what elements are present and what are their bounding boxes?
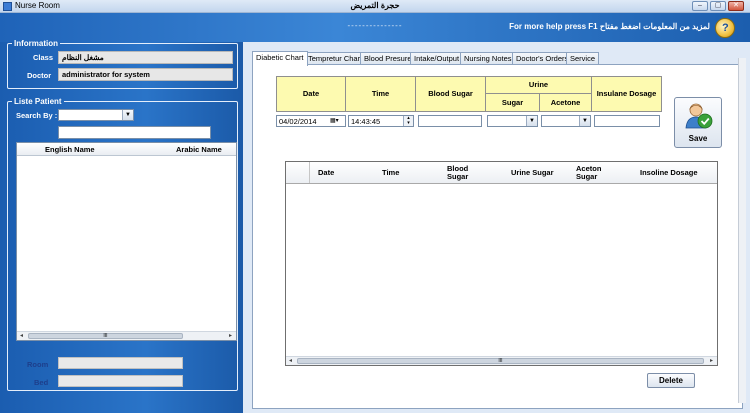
close-button[interactable]: ✕ [728, 1, 744, 11]
grid-col-aceton-sugar[interactable]: Aceton Sugar [576, 165, 616, 181]
grid-col-time[interactable]: Time [382, 169, 399, 177]
doctor-label: Doctor [27, 71, 52, 80]
save-label: Save [688, 134, 708, 143]
row-header-corner [286, 162, 310, 183]
information-group: Information [7, 39, 238, 89]
time-value: 14:43:45 [351, 117, 381, 126]
window-vscroll[interactable] [738, 58, 746, 403]
search-by-select[interactable]: ▼ [58, 109, 134, 121]
time-picker[interactable]: 14:43:45 ▴ ▾ [348, 115, 414, 127]
class-value: مشغل النظام [58, 51, 233, 64]
insulane-dosage-input[interactable] [594, 115, 660, 127]
diabetic-grid-header: Date Time Blood Sugar Urine Sugar Aceton… [286, 162, 717, 184]
window-center-title: حجرة التمريض [350, 1, 400, 10]
title-bar: Nurse Room حجرة التمريض ‒ ▢ ✕ [0, 0, 750, 13]
bed-field [58, 375, 183, 387]
time-spinner-icon[interactable]: ▴ ▾ [403, 116, 413, 126]
patient-list-hscroll[interactable]: ◂ III ▸ [17, 331, 236, 340]
header-acetone: Acetone [539, 93, 592, 112]
blood-sugar-input[interactable] [418, 115, 482, 127]
scroll-left-icon[interactable]: ◂ [286, 357, 295, 365]
class-value-text: مشغل النظام [62, 53, 104, 62]
help-icon[interactable] [715, 18, 735, 38]
scroll-right-icon[interactable]: ▸ [226, 332, 235, 340]
minimize-button[interactable]: ‒ [692, 1, 708, 11]
diabetic-grid[interactable]: Date Time Blood Sugar Urine Sugar Aceton… [285, 161, 718, 366]
search-by-label: Search By : [16, 111, 58, 120]
calendar-icon[interactable]: ▦▾ [330, 117, 344, 125]
bed-label: Bed [34, 378, 49, 387]
acetone-select[interactable]: ▼ [541, 115, 591, 127]
header-banner: --------------- For more help press F1 ل… [0, 13, 750, 42]
grid-hscroll[interactable]: ◂ III ▸ [286, 356, 717, 365]
header-time: Time [345, 76, 416, 112]
column-english-name[interactable]: English Name [45, 145, 95, 154]
tab-diabetic-chart[interactable]: Diabetic Chart [252, 51, 308, 66]
right-panel: Diabetic Chart Tempretur Chart Blood Pre… [243, 42, 750, 413]
urine-sugar-select[interactable]: ▼ [487, 115, 538, 127]
column-arabic-name[interactable]: Arabic Name [176, 145, 222, 154]
grid-col-urine-sugar[interactable]: Urine Sugar [511, 169, 554, 177]
chevron-down-icon[interactable]: ▼ [579, 116, 590, 126]
doctor-value: administrator for system [58, 68, 233, 81]
grid-col-insoline-dosage[interactable]: Insoline Dosage [640, 169, 698, 177]
help-text: For more help press F1 لمزيد من المعلوما… [509, 22, 710, 31]
chevron-down-icon[interactable]: ▼ [526, 116, 537, 126]
header-urine-sugar: Sugar [485, 93, 540, 112]
room-label: Room [27, 360, 49, 369]
scroll-right-icon[interactable]: ▸ [707, 357, 716, 365]
room-field [58, 357, 183, 369]
chevron-down-icon[interactable]: ▼ [122, 110, 133, 120]
class-label: Class [33, 53, 54, 62]
date-value: 04/02/2014 [279, 117, 317, 126]
diabetic-chart-page: Date Time Blood Sugar Urine Sugar Aceton… [252, 64, 743, 409]
patient-list-header: English Name Arabic Name [17, 143, 236, 156]
grid-col-blood-sugar[interactable]: Blood Sugar [447, 165, 487, 181]
grid-scroll-thumb[interactable]: III [297, 358, 704, 364]
user-save-icon [685, 103, 713, 129]
header-date: Date [276, 76, 346, 112]
information-legend: Information [14, 39, 58, 48]
patient-list[interactable]: English Name Arabic Name ◂ III ▸ [16, 142, 237, 341]
search-input[interactable] [58, 126, 211, 139]
patient-list-legend: Liste Patient [14, 97, 62, 106]
scroll-thumb[interactable]: III [28, 333, 183, 339]
header-insulane-dosage: Insulane Dosage [591, 76, 662, 112]
date-picker[interactable]: 04/02/2014 ▦▾ [276, 115, 346, 127]
header-blood-sugar: Blood Sugar [415, 76, 486, 112]
save-button[interactable]: Save [674, 97, 722, 148]
header-urine: Urine [485, 76, 592, 94]
scroll-left-icon[interactable]: ◂ [17, 332, 26, 340]
delete-button[interactable]: Delete [647, 373, 695, 388]
grid-col-date[interactable]: Date [318, 169, 334, 177]
maximize-button[interactable]: ▢ [710, 1, 726, 11]
